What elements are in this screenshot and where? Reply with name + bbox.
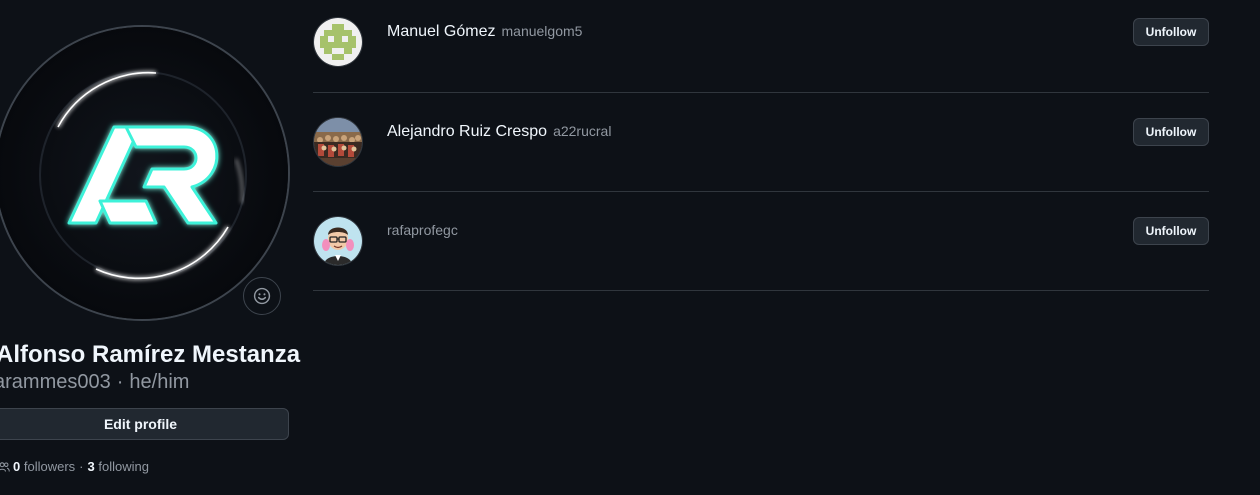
unfollow-button[interactable]: Unfollow	[1133, 18, 1209, 46]
profile-full-name: Alfonso Ramírez Mestanza	[0, 341, 301, 368]
edit-profile-button[interactable]: Edit profile	[0, 408, 289, 440]
list-item: Manuel Gómez manuelgom5 Unfollow	[313, 0, 1209, 93]
set-status-button[interactable]	[243, 277, 281, 315]
follow-stats: 0 followers · 3 following	[0, 458, 149, 476]
identicon-avatar[interactable]	[313, 17, 363, 67]
user-display-name[interactable]: Manuel Gómez	[387, 23, 496, 40]
smiley-icon	[253, 287, 271, 305]
followers-label: followers	[23, 459, 76, 474]
followers-count: 0	[13, 459, 21, 474]
profile-login: arammes003	[0, 371, 111, 393]
list-item: Alejandro Ruiz Crespo a22rucral Unfollow	[313, 93, 1209, 192]
login-separator: ·	[116, 371, 124, 393]
following-list: Manuel Gómez manuelgom5 Unfollow Alejand…	[313, 0, 1209, 291]
user-names: rafaprofegc	[387, 220, 458, 241]
stats-separator: ·	[79, 459, 84, 474]
profile-pronouns: he/him	[129, 371, 190, 393]
ar-monogram-logo	[0, 27, 288, 319]
user-display-name[interactable]: Alejandro Ruiz Crespo	[387, 123, 547, 140]
profile-avatar-container	[0, 25, 290, 321]
user-login[interactable]: manuelgom5	[502, 23, 583, 39]
profile-avatar[interactable]	[0, 25, 290, 321]
profile-login-line: arammes003 · he/him	[0, 370, 189, 394]
user-names: Alejandro Ruiz Crespo a22rucral	[387, 121, 611, 142]
unfollow-button[interactable]: Unfollow	[1133, 118, 1209, 146]
user-login[interactable]: a22rucral	[553, 123, 611, 139]
profile-sidebar: Alfonso Ramírez Mestanza arammes003 · he/h…	[0, 0, 300, 495]
unfollow-button[interactable]: Unfollow	[1133, 217, 1209, 245]
user-login[interactable]: rafaprofegc	[387, 222, 458, 238]
photo-avatar[interactable]	[313, 117, 363, 167]
following-link[interactable]: 3 following	[88, 458, 149, 476]
cartoon-avatar[interactable]	[313, 216, 363, 266]
list-item: rafaprofegc Unfollow	[313, 192, 1209, 291]
people-icon	[0, 461, 10, 473]
following-label: following	[98, 459, 149, 474]
following-count: 3	[87, 459, 95, 474]
following-page: Alfonso Ramírez Mestanza arammes003 · he/h…	[0, 0, 1260, 495]
user-names: Manuel Gómez manuelgom5	[387, 21, 582, 42]
followers-link[interactable]: 0 followers	[13, 458, 75, 476]
